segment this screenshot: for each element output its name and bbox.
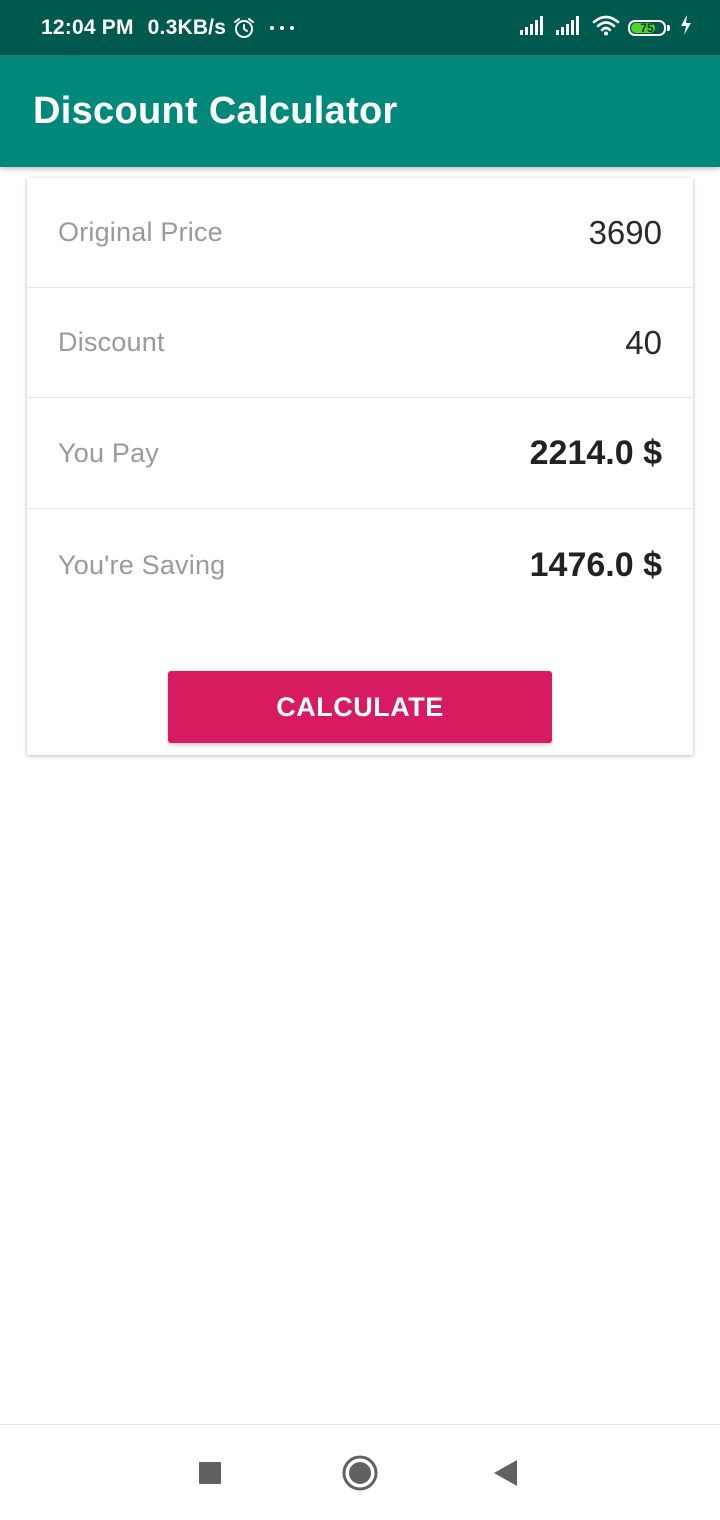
- home-circle-icon[interactable]: [336, 1449, 384, 1497]
- status-bar: 12:04 PM 0.3KB/s 75: [0, 0, 720, 55]
- discount-label: Discount: [58, 327, 165, 357]
- recents-square-icon[interactable]: [186, 1449, 234, 1497]
- you-pay-label: You Pay: [58, 438, 159, 468]
- signal-icon: [556, 15, 584, 40]
- calculate-button[interactable]: CALCULATE: [168, 671, 552, 743]
- app-title: Discount Calculator: [33, 89, 398, 132]
- calculator-card: Original Price 3690 Discount 40 You Pay …: [27, 178, 693, 755]
- original-price-value[interactable]: 3690: [589, 214, 662, 252]
- discount-row[interactable]: Discount 40: [27, 288, 693, 398]
- alarm-icon: [232, 16, 256, 40]
- charging-icon: [680, 15, 692, 40]
- you-saving-label: You're Saving: [58, 549, 226, 580]
- back-triangle-icon[interactable]: [482, 1449, 530, 1497]
- status-left: 12:04 PM 0.3KB/s: [41, 15, 295, 40]
- signal-icon: [520, 15, 548, 40]
- navigation-bar: [0, 1424, 720, 1520]
- original-price-row[interactable]: Original Price 3690: [27, 178, 693, 288]
- network-speed: 0.3KB/s: [147, 15, 227, 39]
- battery-icon: 75: [628, 19, 672, 37]
- more-dots-icon: [270, 25, 295, 30]
- original-price-label: Original Price: [58, 217, 223, 247]
- app-bar: Discount Calculator: [0, 55, 720, 167]
- status-right: 75: [512, 14, 692, 41]
- you-pay-value: 2214.0 $: [529, 434, 662, 472]
- status-time: 12:04 PM: [41, 15, 134, 39]
- battery-level: 75: [640, 20, 654, 35]
- discount-value[interactable]: 40: [625, 324, 662, 362]
- you-saving-row: You're Saving 1476.0 $: [27, 510, 693, 620]
- you-saving-value: 1476.0 $: [529, 545, 662, 584]
- you-pay-row: You Pay 2214.0 $: [27, 399, 693, 509]
- wifi-icon: [592, 14, 620, 41]
